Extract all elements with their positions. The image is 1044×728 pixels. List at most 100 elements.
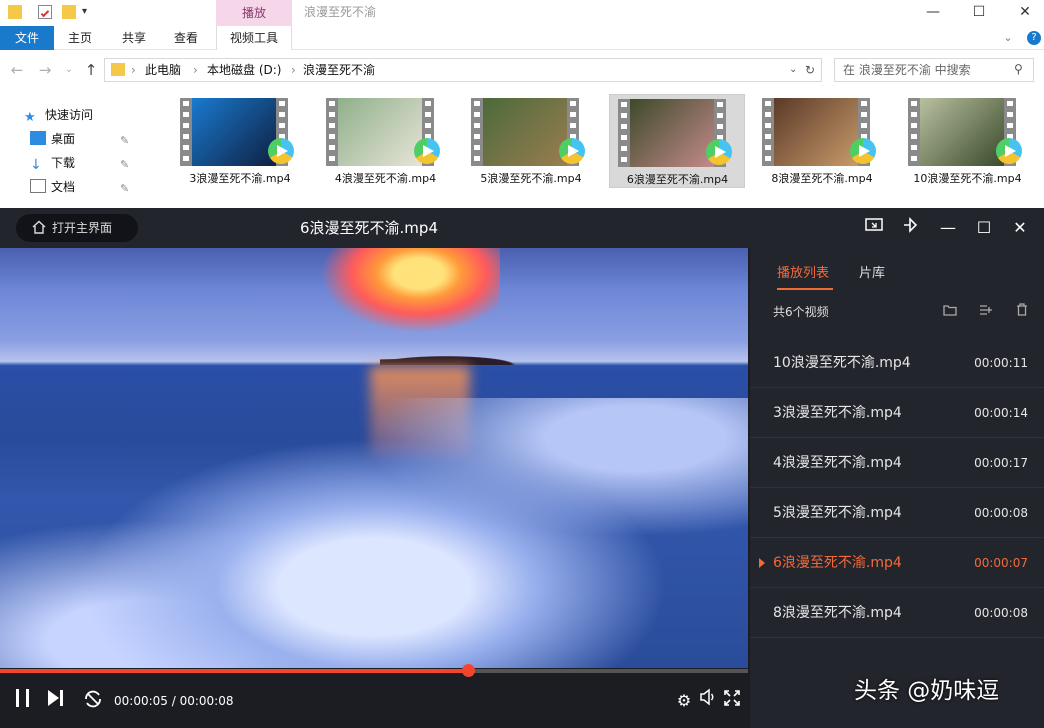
playlist-item[interactable]: 6浪漫至死不渝.mp4 00:00:07 — [750, 538, 1044, 588]
nav-item-documents[interactable]: 文档 — [30, 176, 75, 198]
time-total: 00:00:08 — [179, 694, 234, 708]
now-playing-icon — [759, 558, 765, 568]
tab-share[interactable]: 共享 — [110, 26, 158, 50]
pause-icon[interactable] — [12, 688, 34, 714]
file-item[interactable]: 3浪漫至死不渝.mp4 — [172, 94, 308, 188]
next-track-icon[interactable] — [44, 688, 66, 714]
settings-gear-icon[interactable]: ⚙ — [674, 688, 694, 714]
back-arrow-icon[interactable]: ← — [6, 56, 28, 84]
screen-mode-icon[interactable] — [862, 216, 886, 240]
playlist-item[interactable]: 3浪漫至死不渝.mp4 00:00:14 — [750, 388, 1044, 438]
progress-handle[interactable] — [461, 664, 475, 677]
breaking-wave — [0, 398, 748, 668]
nav-item-downloads[interactable]: ↓ 下载 — [30, 152, 75, 174]
sunset-clouds — [320, 248, 500, 333]
search-icon[interactable]: ⚲ — [1014, 62, 1028, 76]
open-folder-icon[interactable] — [940, 302, 960, 322]
collapse-ribbon-icon[interactable]: ⌄ — [1000, 26, 1016, 50]
home-icon — [32, 216, 46, 234]
film-strip-icon — [762, 98, 774, 166]
pin-on-top-icon[interactable] — [898, 216, 922, 240]
context-tab-play[interactable]: 播放 — [216, 0, 292, 26]
file-grid: 3浪漫至死不渝.mp4 4浪漫至死不渝.mp4 5浪漫至死不渝.mp4 6浪漫至死不渝… — [172, 94, 1044, 190]
playlist-item-name: 6浪漫至死不渝.mp4 — [773, 555, 902, 571]
film-strip-icon — [180, 98, 192, 166]
playlist-item-duration: 00:00:08 — [974, 606, 1028, 620]
playlist-item-name: 5浪漫至死不渝.mp4 — [773, 505, 902, 521]
minimize-button[interactable]: — — [910, 0, 956, 24]
file-item[interactable]: 10浪漫至死不渝.mp4 — [900, 94, 1036, 188]
customize-quick-access-icon[interactable]: ▾ — [82, 5, 96, 19]
crumb-separator-icon: › — [291, 63, 296, 77]
address-dropdown-icon[interactable]: ⌄ — [789, 59, 797, 81]
tab-playlist[interactable]: 播放列表 — [777, 264, 834, 290]
file-name: 3浪漫至死不渝.mp4 — [189, 172, 291, 185]
player-titlebar: 打开主界面 6浪漫至死不渝.mp4 — ☐ ✕ — [0, 208, 1044, 248]
player-title: 6浪漫至死不渝.mp4 — [300, 219, 438, 237]
file-item[interactable]: 5浪漫至死不渝.mp4 — [463, 94, 599, 188]
film-strip-icon — [325, 98, 338, 166]
crumb-folder[interactable]: 浪漫至死不渝 — [303, 59, 375, 81]
window-title: 浪漫至死不渝 — [304, 5, 377, 19]
crumb-separator-icon: › — [193, 63, 198, 77]
time-current: 00:00:05 — [114, 694, 168, 708]
maximize-button[interactable]: ☐ — [956, 0, 1002, 24]
new-folder-icon[interactable] — [62, 5, 76, 19]
help-icon[interactable]: ? — [1027, 31, 1041, 45]
progress-bar[interactable] — [0, 664, 748, 677]
file-name: 6浪漫至死不渝.mp4 — [626, 173, 729, 186]
crumb-this-pc[interactable]: 此电脑 — [145, 59, 181, 81]
refresh-icon[interactable]: ↻ — [805, 59, 815, 81]
playlist-item-duration: 00:00:11 — [974, 356, 1028, 370]
folder-icon[interactable] — [8, 5, 22, 19]
file-name: 10浪漫至死不渝.mp4 — [913, 172, 1022, 185]
address-field[interactable]: › 此电脑 › 本地磁盘 (D:) › 浪漫至死不渝 ⌄ ↻ — [104, 58, 822, 82]
playlist-item[interactable]: 5浪漫至死不渝.mp4 00:00:08 — [750, 488, 1044, 538]
tab-file[interactable]: 文件 — [0, 26, 54, 50]
pin-icon: ✎ — [120, 134, 130, 147]
properties-icon[interactable] — [38, 5, 52, 19]
open-home-button[interactable]: 打开主界面 — [16, 214, 138, 242]
thumbnail-frame — [629, 99, 714, 167]
delete-icon[interactable] — [1012, 302, 1032, 322]
film-strip-icon — [907, 98, 920, 166]
fullscreen-icon[interactable] — [722, 688, 742, 714]
progress-fill — [0, 669, 468, 673]
tab-view[interactable]: 查看 — [162, 26, 210, 50]
thumbnail-frame — [774, 98, 858, 166]
playlist-item-name: 4浪漫至死不渝.mp4 — [773, 455, 902, 471]
file-item[interactable]: 6浪漫至死不渝.mp4 — [608, 94, 745, 188]
loop-mode-icon[interactable] — [80, 688, 106, 714]
playlist-item[interactable]: 8浪漫至死不渝.mp4 00:00:08 — [750, 588, 1044, 638]
tab-video-tools[interactable]: 视频工具 — [216, 26, 292, 50]
maximize-icon[interactable]: ☐ — [972, 216, 996, 240]
tab-home[interactable]: 主页 — [56, 26, 104, 50]
file-item[interactable]: 4浪漫至死不渝.mp4 — [318, 94, 454, 188]
file-explorer-window: ▾ 播放 浪漫至死不渝 — ☐ ✕ 文件 主页 共享 查看 视频工具 ⌄ ? ←… — [0, 0, 1044, 208]
media-player-icon — [850, 138, 876, 164]
media-player-icon — [268, 138, 294, 164]
minimize-icon[interactable]: — — [936, 216, 960, 240]
video-frame[interactable] — [0, 248, 748, 668]
watermark: 头条 @奶味逗 — [854, 678, 1000, 704]
crumb-local-disk[interactable]: 本地磁盘 (D:) — [207, 59, 281, 81]
thumbnail-frame — [192, 98, 276, 166]
playlist-item-name: 10浪漫至死不渝.mp4 — [773, 355, 911, 371]
recent-locations-icon[interactable]: ⌄ — [58, 56, 80, 84]
search-input[interactable]: 在 浪漫至死不渝 中搜索 — [834, 58, 1034, 82]
volume-icon[interactable] — [698, 688, 718, 714]
up-arrow-icon[interactable]: ↑ — [80, 56, 102, 84]
document-icon — [30, 179, 46, 193]
time-display: 00:00:05 / 00:00:08 — [114, 694, 234, 708]
media-player-icon — [995, 138, 1022, 164]
close-icon[interactable]: ✕ — [1008, 216, 1032, 240]
playlist-item[interactable]: 10浪漫至死不渝.mp4 00:00:11 — [750, 338, 1044, 388]
file-item[interactable]: 8浪漫至死不渝.mp4 — [754, 94, 890, 188]
forward-arrow-icon[interactable]: → — [34, 56, 56, 84]
close-button[interactable]: ✕ — [1002, 0, 1044, 24]
nav-item-quick-access[interactable]: ★ 快速访问 — [24, 104, 93, 126]
add-to-list-icon[interactable] — [976, 302, 996, 322]
nav-item-desktop[interactable]: 桌面 — [30, 128, 75, 150]
playlist-item[interactable]: 4浪漫至死不渝.mp4 00:00:17 — [750, 438, 1044, 488]
tab-library[interactable]: 片库 — [859, 264, 885, 284]
